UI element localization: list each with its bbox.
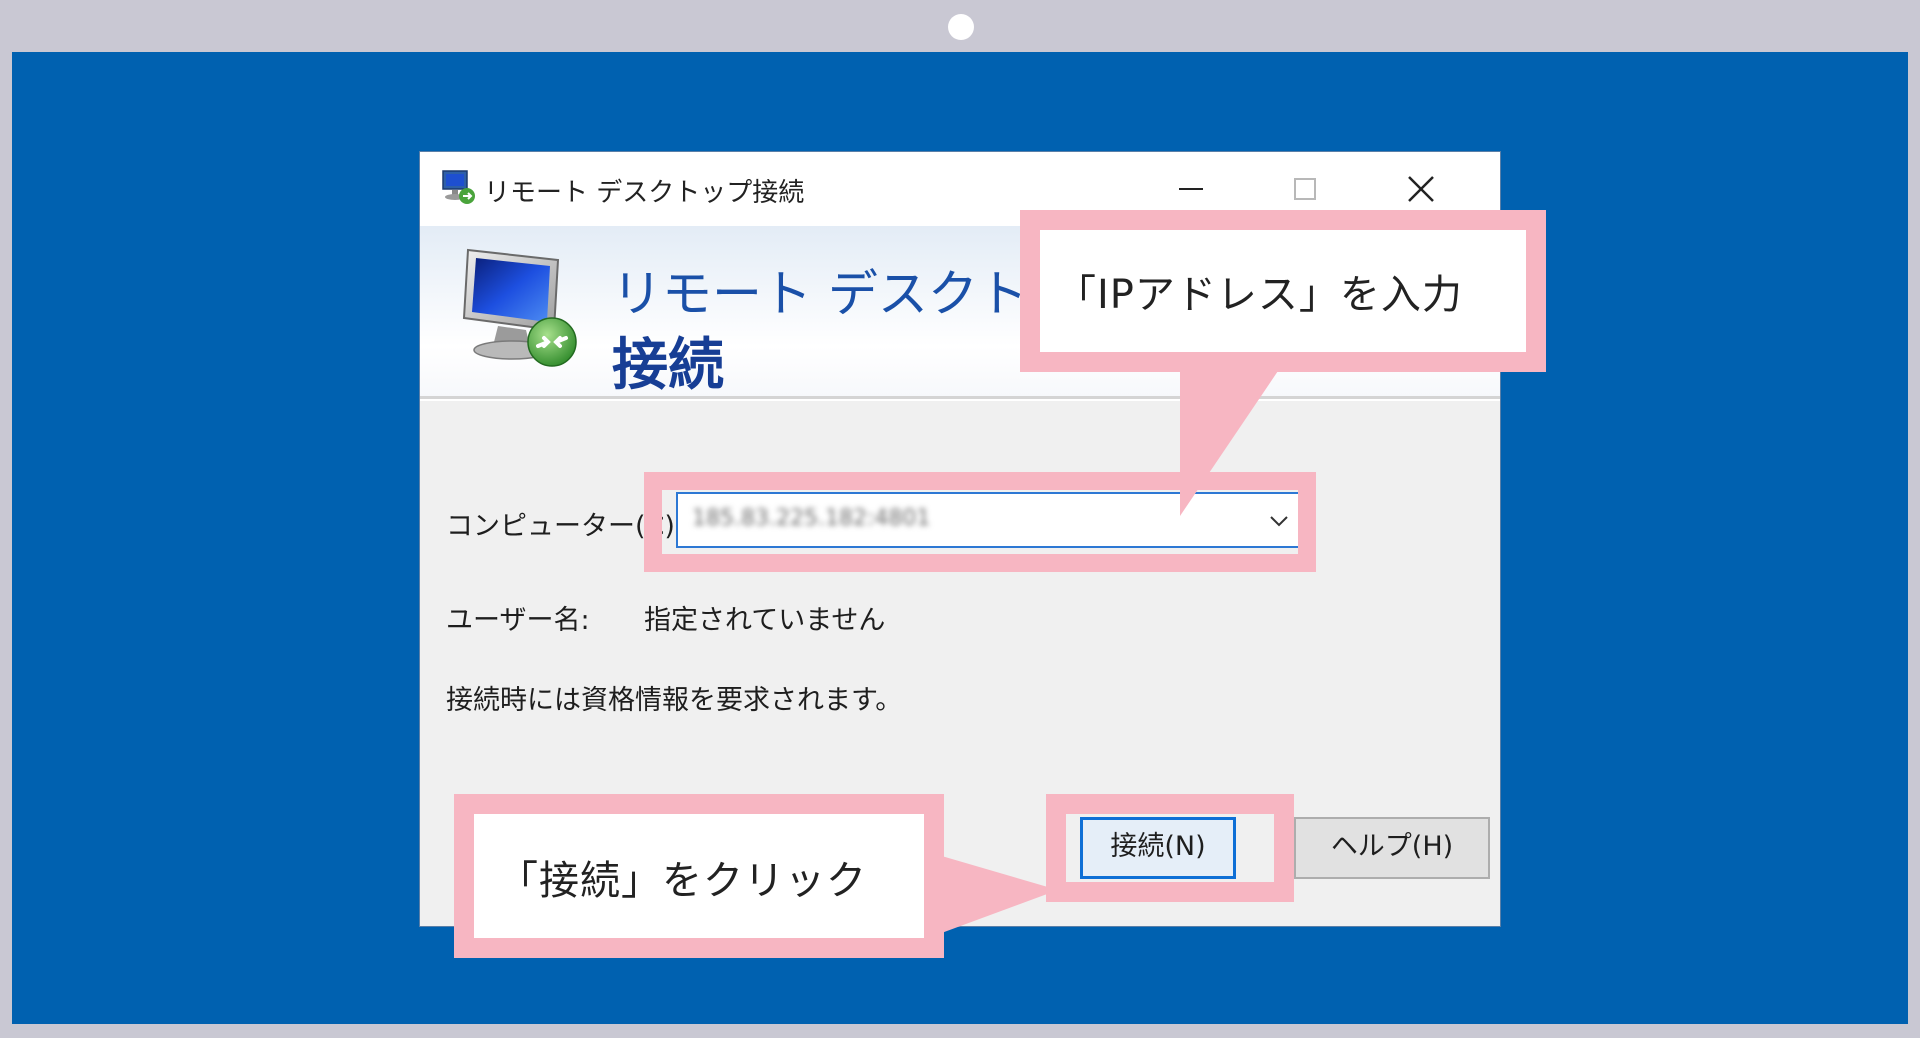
remote-desktop-app-icon (440, 169, 476, 209)
banner-divider-highlight (420, 399, 1500, 401)
connect-highlight (1046, 794, 1294, 902)
minimize-icon (1179, 188, 1203, 190)
click-callout: 「接続」をクリック (454, 794, 944, 958)
username-label: ユーザー名: (446, 605, 590, 636)
help-button[interactable]: ヘルプ(H) (1294, 817, 1490, 879)
camera-dot (948, 14, 974, 40)
click-callout-pointer (928, 852, 1058, 938)
maximize-icon (1294, 178, 1316, 200)
username-value: 指定されていません (644, 605, 886, 636)
banner-heading-line2: 接続 (612, 333, 724, 398)
ip-callout-text: 「IPアドレス」を入力 (1056, 272, 1463, 318)
credential-info-text: 接続時には資格情報を要求されます。 (446, 685, 903, 716)
window-title: リモート デスクトップ接続 (484, 178, 805, 208)
ip-callout-pointer (1180, 368, 1280, 516)
remote-desktop-monitor-icon (454, 242, 584, 376)
ip-callout: 「IPアドレス」を入力 (1020, 210, 1546, 372)
desktop-background: リモート デスクトップ接続 リモート デスクトップ 接続 コンピューター(C):… (12, 52, 1908, 1024)
click-callout-text: 「接続」をクリック (498, 858, 867, 904)
close-icon (1408, 176, 1434, 202)
